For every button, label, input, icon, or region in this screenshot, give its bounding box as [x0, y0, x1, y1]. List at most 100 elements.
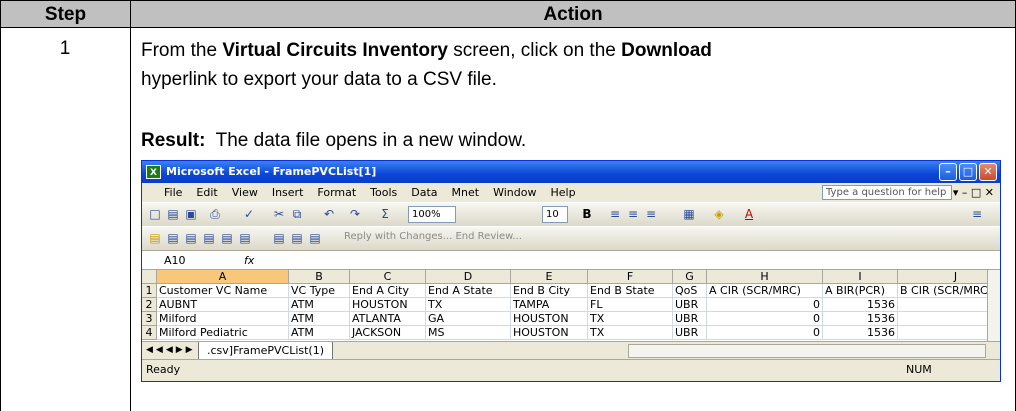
table-cell[interactable]: Milford — [157, 312, 289, 326]
table-cell[interactable]: End B State — [588, 284, 673, 298]
table-cell[interactable]: HOUSTON — [350, 298, 426, 312]
column-header[interactable]: G — [673, 270, 707, 284]
table-cell[interactable]: ATM — [289, 298, 350, 312]
table-cell[interactable]: B CIR (SCR/MRC) — [898, 284, 987, 298]
font-size-select[interactable]: 10 — [542, 206, 568, 223]
table-cell[interactable]: ATLANTA — [350, 312, 426, 326]
table-cell[interactable]: End A City — [350, 284, 426, 298]
menu-file[interactable]: File — [164, 186, 182, 199]
table-cell[interactable]: Milford Pediatric — [157, 326, 289, 340]
sheet-nav-arrows-icon[interactable]: ◀◀◀▶▶ — [146, 342, 196, 359]
redo-icon[interactable]: ↷ — [348, 207, 362, 221]
review-icon-1[interactable]: ▤ — [166, 231, 180, 245]
menu-data[interactable]: Data — [411, 186, 437, 199]
menu-view[interactable]: View — [232, 186, 258, 199]
minimize-icon[interactable]: – — [939, 163, 957, 181]
menu-mnet[interactable]: Mnet — [452, 186, 480, 199]
menu-edit[interactable]: Edit — [196, 186, 217, 199]
table-cell[interactable]: End B City — [511, 284, 588, 298]
print-icon[interactable]: ⎙ — [208, 207, 222, 221]
fill-color-icon[interactable]: ◈ — [712, 207, 726, 221]
table-cell[interactable]: 1536 — [823, 326, 898, 340]
reply-with-changes-label[interactable]: Reply with Changes... End Review... — [344, 231, 522, 242]
column-header[interactable]: I — [823, 270, 898, 284]
table-cell[interactable]: MS — [426, 326, 511, 340]
vertical-scrollbar[interactable] — [987, 270, 1000, 341]
column-header[interactable]: C — [350, 270, 426, 284]
table-cell[interactable]: FL — [588, 298, 673, 312]
review-icon-6[interactable]: ▤ — [272, 231, 286, 245]
horizontal-scrollbar[interactable] — [628, 344, 986, 358]
menu-tools[interactable]: Tools — [370, 186, 397, 199]
table-cell[interactable]: HOUSTON — [511, 312, 588, 326]
undo-icon[interactable]: ↶ — [322, 207, 336, 221]
sheet-tab[interactable]: .csv]FramePVCList(1) — [198, 342, 333, 359]
bold-icon[interactable]: B — [580, 207, 594, 221]
menu-window-controls-icon[interactable]: ▾ – □ ✕ — [953, 183, 994, 202]
new-icon[interactable]: □ — [148, 207, 162, 221]
table-cell[interactable]: VC Type — [289, 284, 350, 298]
table-cell[interactable]: JACKSON — [350, 326, 426, 340]
align-left-icon[interactable]: ≡ — [608, 207, 622, 221]
menu-format[interactable]: Format — [317, 186, 356, 199]
table-cell[interactable]: TAMPA — [511, 298, 588, 312]
copy-icon[interactable]: ⧉ — [290, 207, 304, 221]
table-cell[interactable]: TX — [588, 326, 673, 340]
review-icon-5[interactable]: ▤ — [238, 231, 252, 245]
borders-icon[interactable]: ▦ — [682, 207, 696, 221]
column-header[interactable]: A — [157, 270, 289, 284]
table-cell[interactable]: A CIR (SCR/MRC) — [707, 284, 823, 298]
spelling-icon[interactable]: ✓ — [242, 207, 256, 221]
table-cell[interactable]: UBR — [673, 326, 707, 340]
table-cell[interactable]: UBR — [673, 298, 707, 312]
menu-help[interactable]: Help — [550, 186, 575, 199]
table-cell[interactable]: 0 — [898, 326, 987, 340]
review-icon-7[interactable]: ▤ — [290, 231, 304, 245]
folder-icon[interactable]: ▤ — [148, 231, 162, 245]
select-all-corner[interactable] — [142, 270, 157, 284]
column-header[interactable]: H — [707, 270, 823, 284]
column-header[interactable]: B — [289, 270, 350, 284]
table-cell[interactable]: HOUSTON — [511, 326, 588, 340]
review-icon-8[interactable]: ▤ — [308, 231, 322, 245]
align-center-icon[interactable]: ≡ — [626, 207, 640, 221]
column-header[interactable]: E — [511, 270, 588, 284]
table-cell[interactable]: 1536 — [823, 298, 898, 312]
table-cell[interactable]: ATM — [289, 312, 350, 326]
table-cell[interactable]: 0 — [898, 298, 987, 312]
table-cell[interactable]: Customer VC Name — [157, 284, 289, 298]
table-cell[interactable]: TX — [426, 298, 511, 312]
table-cell[interactable]: 0 — [707, 298, 823, 312]
table-cell[interactable]: 0 — [707, 312, 823, 326]
column-header[interactable]: F — [588, 270, 673, 284]
row-header[interactable]: 4 — [142, 326, 157, 340]
table-cell[interactable]: TX — [588, 312, 673, 326]
row-header[interactable]: 3 — [142, 312, 157, 326]
save-icon[interactable]: ▣ — [184, 207, 198, 221]
table-cell[interactable]: QoS — [673, 284, 707, 298]
row-header[interactable]: 1 — [142, 284, 157, 298]
name-box[interactable]: A10 — [144, 252, 234, 269]
table-cell[interactable]: ATM — [289, 326, 350, 340]
font-color-icon[interactable]: A — [742, 207, 756, 221]
list-icon[interactable]: ≡ — [970, 207, 984, 221]
cut-icon[interactable]: ✂ — [272, 207, 286, 221]
review-icon-3[interactable]: ▤ — [202, 231, 216, 245]
table-cell[interactable]: 1536 — [823, 312, 898, 326]
close-icon[interactable]: ✕ — [979, 163, 997, 181]
align-right-icon[interactable]: ≡ — [644, 207, 658, 221]
column-header[interactable]: J — [898, 270, 987, 284]
table-cell[interactable]: AUBNT — [157, 298, 289, 312]
row-header[interactable]: 2 — [142, 298, 157, 312]
spreadsheet-grid[interactable]: A B C D E F G H I J K 1Customer VC NameV… — [142, 270, 987, 341]
review-icon-2[interactable]: ▤ — [184, 231, 198, 245]
autosum-icon[interactable]: Σ — [378, 207, 392, 221]
column-header[interactable]: D — [426, 270, 511, 284]
zoom-select[interactable]: 100% — [408, 206, 456, 223]
table-cell[interactable]: GA — [426, 312, 511, 326]
table-cell[interactable]: A BIR(PCR) — [823, 284, 898, 298]
menu-insert[interactable]: Insert — [272, 186, 304, 199]
table-cell[interactable]: End A State — [426, 284, 511, 298]
help-search-input[interactable]: Type a question for help — [822, 185, 952, 200]
menu-window[interactable]: Window — [493, 186, 536, 199]
